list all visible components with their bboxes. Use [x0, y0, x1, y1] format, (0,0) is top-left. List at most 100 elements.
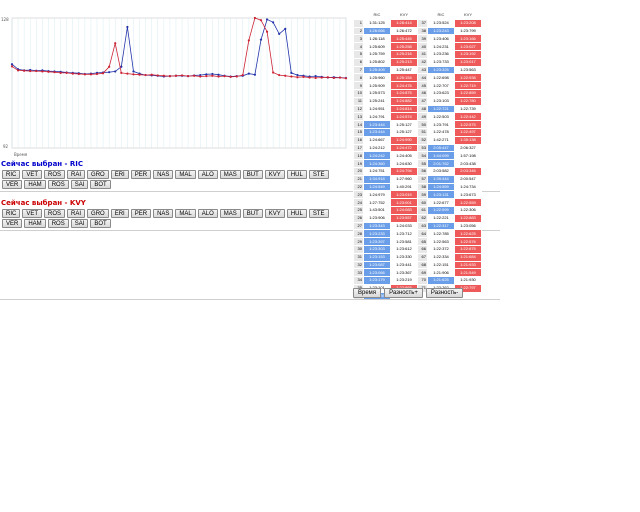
data-point	[16, 69, 20, 72]
driver-button-per[interactable]: PER	[130, 170, 152, 179]
lap-time-ric: 2:03:582	[427, 166, 455, 176]
lap-time-ric: 1:25:241	[363, 96, 391, 106]
data-point	[193, 74, 196, 77]
lap-time-kvy: 1:22:306	[454, 205, 482, 215]
lap-time-ric: 2:05:447	[427, 143, 455, 153]
data-point	[205, 75, 208, 78]
lap-time-kvy: 1:23:330	[390, 252, 418, 262]
table-row: 17 1:24:212 1:24:472 53 2:05:447 2:06:327	[353, 143, 482, 153]
driver-button-ros[interactable]: ROS	[47, 180, 69, 189]
driver-button-ric[interactable]: RIC	[2, 170, 21, 179]
lap-time-kvy: 1:24:574	[390, 112, 418, 122]
data-point	[41, 70, 44, 73]
driver-button-but[interactable]: BUT	[242, 170, 263, 179]
driver-button-gro[interactable]: GRO	[87, 209, 109, 218]
driver-button-kvy[interactable]: KVY	[264, 209, 285, 218]
driver-button-mas[interactable]: MAS	[219, 209, 241, 218]
driver-button-sai[interactable]: SAI	[70, 180, 89, 189]
table-row: 21 1:34:918 1:27:960 57 1:39:444 2:00:547	[353, 174, 482, 184]
driver-button-kvy[interactable]: KVY	[264, 170, 285, 179]
table-row: 27 1:23:343 1:24:033 63 1:22:317 1:23:056	[353, 221, 482, 231]
data-point	[229, 75, 232, 78]
driver-button-sai[interactable]: SAI	[70, 219, 89, 228]
driver-button-eri[interactable]: ERI	[110, 209, 129, 218]
time-mode-button[interactable]: Время	[353, 288, 382, 298]
driver-button-alo[interactable]: ALO	[197, 170, 218, 179]
driver-button-eri[interactable]: ERI	[110, 170, 129, 179]
lap-number: 56	[417, 166, 428, 176]
driver-button-bot[interactable]: BOT	[90, 180, 111, 189]
lap-number: 32	[353, 260, 364, 270]
lap-time-ric: 1:43:501	[363, 205, 391, 215]
diff-minus-button[interactable]: Разность-	[425, 288, 464, 298]
lap-number: 47	[417, 96, 428, 106]
driver-button-ham[interactable]: HAM	[24, 180, 46, 189]
lap-number: 11	[353, 96, 364, 106]
lap-time-kvy: 1:24:814	[390, 104, 418, 114]
data-point	[265, 18, 269, 21]
lap-time-kvy: 1:24:734	[454, 182, 482, 192]
lap-time-kvy: 1:25:213	[390, 57, 418, 67]
lap-time-ric: 1:22:503	[427, 112, 455, 122]
driver-button-rai[interactable]: RAI	[67, 209, 86, 218]
lap-number: 50	[417, 120, 428, 129]
driver-button-hul[interactable]: HUL	[286, 170, 307, 179]
driver-button-per[interactable]: PER	[130, 209, 152, 218]
driver-button-mal[interactable]: MAL	[175, 209, 196, 218]
driver-button-ste[interactable]: STE	[308, 209, 329, 218]
lap-number: 15	[353, 127, 364, 137]
driver-button-ver[interactable]: VER	[2, 180, 23, 189]
driver-button-ros[interactable]: ROS	[44, 170, 66, 179]
driver-button-nas[interactable]: NAS	[153, 170, 174, 179]
data-point	[126, 72, 129, 75]
data-point	[108, 65, 111, 68]
driver-button-nas[interactable]: NAS	[153, 209, 174, 218]
lap-number: 21	[353, 174, 364, 184]
driver-button-gro[interactable]: GRO	[87, 170, 109, 179]
driver-button-rai[interactable]: RAI	[67, 170, 86, 179]
lap-number: 13	[353, 112, 364, 122]
driver-button-vet[interactable]: VET	[22, 170, 43, 179]
driver-button-mas[interactable]: MAS	[219, 170, 241, 179]
lap-time-kvy: 1:22:739	[454, 104, 482, 114]
lap-time-ric: 1:23:733	[427, 57, 455, 67]
driver-button-ver[interactable]: VER	[2, 219, 23, 228]
lap-time-ric: 1:23:444	[363, 120, 391, 129]
lap-time-kvy: 1:24:630	[390, 159, 418, 168]
table-row: 6 1:25:802 1:25:213 42 1:23:733 1:23:017	[353, 57, 482, 67]
data-point	[217, 75, 220, 78]
data-point	[253, 16, 257, 20]
driver-button-bot[interactable]: BOT	[90, 219, 111, 228]
data-point	[241, 73, 244, 77]
lap-number: 48	[417, 104, 428, 114]
lap-number: 39	[417, 34, 428, 44]
lap-time-kvy: 1:22:859	[454, 88, 482, 98]
lap-time-kvy: 1:23:799	[454, 26, 482, 36]
data-point	[284, 27, 287, 30]
driver-button-but[interactable]: BUT	[242, 209, 263, 218]
driver-button-vet[interactable]: VET	[22, 209, 43, 218]
data-point	[23, 69, 26, 72]
table-row: 26 1:23:906 1:23:557 62 1:22:221 1:22:883	[353, 213, 482, 223]
driver-button-ric[interactable]: RIC	[2, 209, 21, 218]
driver-button-ste[interactable]: STE	[308, 170, 329, 179]
bottom-divider	[0, 299, 500, 300]
lap-number: 23	[353, 190, 364, 200]
selection-title-ric: Сейчас выбран - RIC	[1, 160, 84, 168]
lap-time-ric: 1:23:103	[427, 96, 455, 106]
lap-time-ric: 1:22:599	[427, 205, 455, 215]
data-point	[83, 73, 86, 76]
driver-button-hul[interactable]: HUL	[286, 209, 307, 218]
driver-button-alo[interactable]: ALO	[197, 209, 218, 218]
table-row: 1 1:31:125 1:28:414 37 1:23:524 1:23:208	[353, 18, 482, 28]
driver-button-mal[interactable]: MAL	[175, 170, 196, 179]
diff-plus-button[interactable]: Разность+	[384, 288, 423, 298]
lap-time-kvy: 1:25:445	[390, 34, 418, 44]
lap-time-ric: 1:24:979	[363, 190, 391, 200]
driver-button-ros[interactable]: ROS	[47, 219, 69, 228]
driver-button-ros[interactable]: ROS	[44, 209, 66, 218]
lap-number: 29	[353, 237, 364, 246]
lap-time-ric: 1:24:212	[363, 143, 391, 153]
driver-button-ham[interactable]: HAM	[24, 219, 46, 228]
lap-time-ric: 1:23:233	[363, 229, 391, 239]
